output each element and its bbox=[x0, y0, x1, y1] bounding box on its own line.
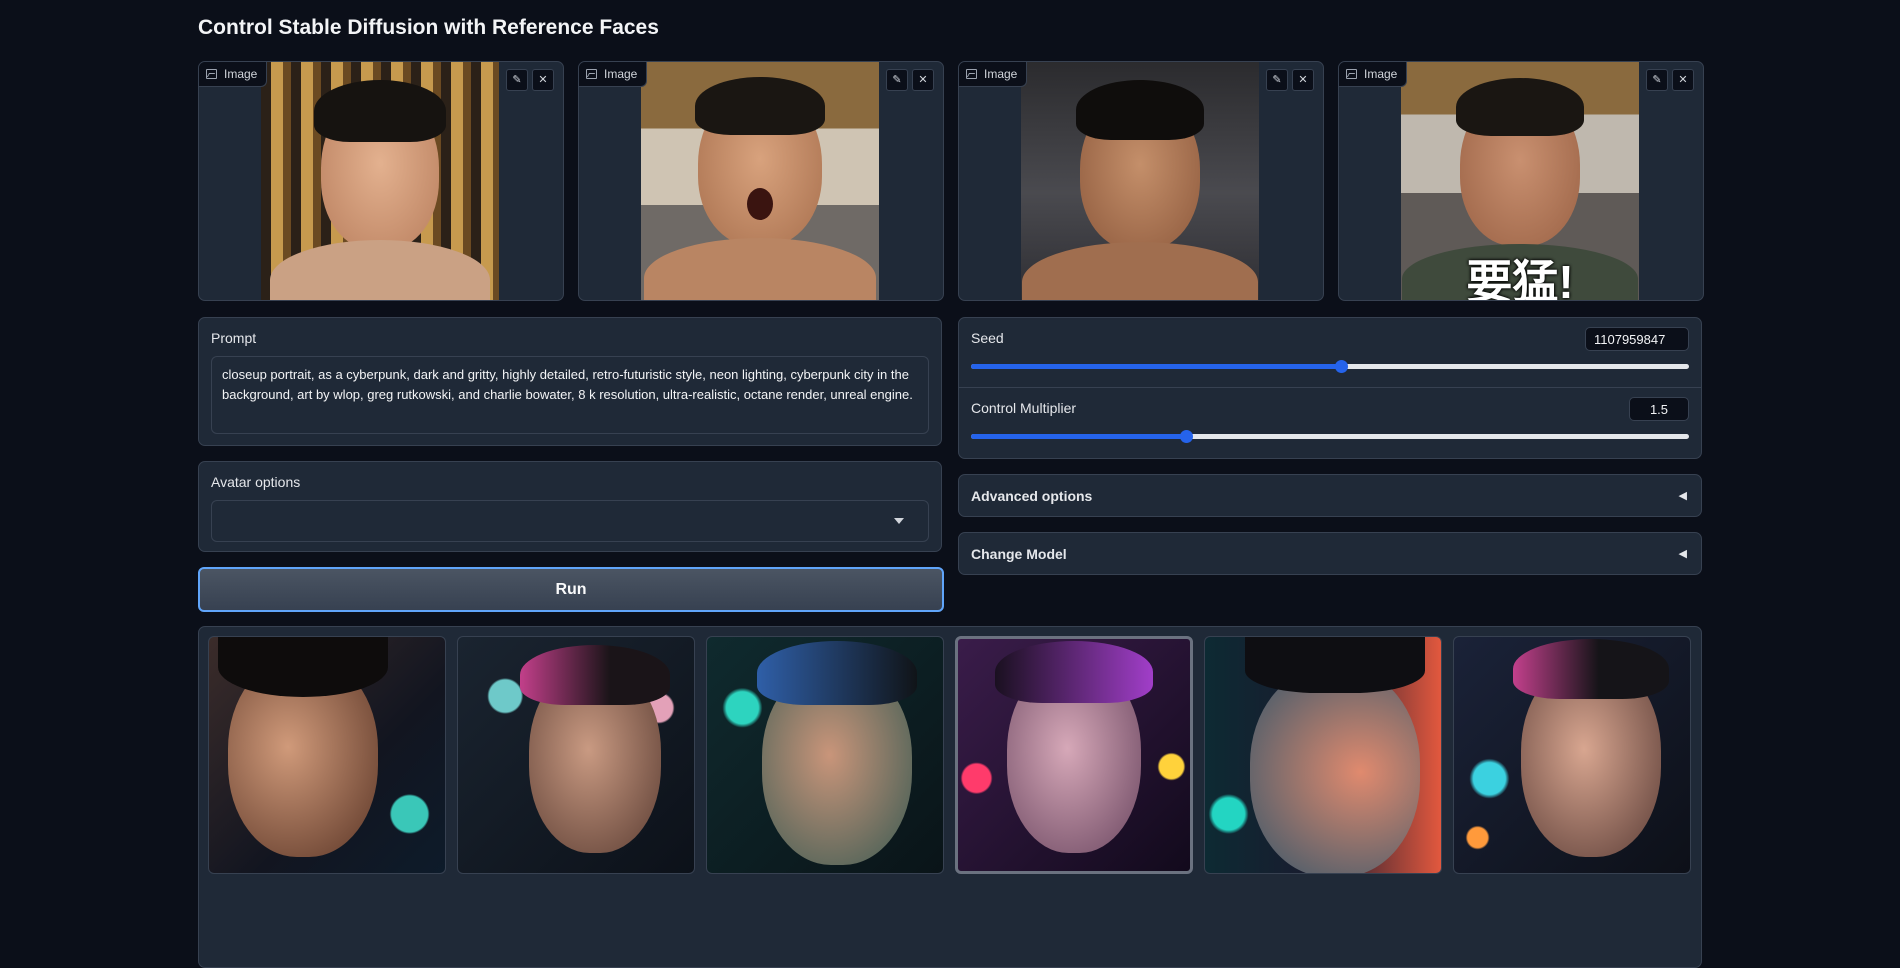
change-model-accordion[interactable]: Change Model ◀ bbox=[958, 532, 1702, 575]
gallery-image-selected[interactable] bbox=[955, 636, 1193, 874]
control-multiplier-slider-handle[interactable] bbox=[1180, 430, 1194, 443]
seed-number-input[interactable]: 1107959847 bbox=[1585, 327, 1689, 351]
control-multiplier-label: Control Multiplier bbox=[971, 400, 1077, 416]
avatar-options-label: Avatar options bbox=[211, 474, 301, 490]
advanced-options-accordion[interactable]: Advanced options ◀ bbox=[958, 474, 1702, 517]
edit-icon[interactable]: ✎ bbox=[1646, 69, 1668, 91]
reference-image-1[interactable]: Image ✎ ✕ bbox=[198, 61, 564, 301]
output-gallery bbox=[198, 626, 1702, 968]
prompt-label: Prompt bbox=[211, 330, 257, 346]
image-label-text: Image bbox=[224, 67, 258, 81]
reference-photo bbox=[641, 62, 879, 300]
image-label-text: Image bbox=[1364, 67, 1398, 81]
image-icon bbox=[206, 69, 217, 79]
control-multiplier-number-input[interactable]: 1.5 bbox=[1629, 397, 1689, 421]
prompt-panel: Prompt closeup portrait, as a cyberpunk,… bbox=[198, 317, 942, 446]
page-title: Control Stable Diffusion with Reference … bbox=[198, 16, 659, 39]
edit-icon[interactable]: ✎ bbox=[886, 69, 908, 91]
control-multiplier-slider-fill bbox=[971, 434, 1187, 439]
image-label-text: Image bbox=[604, 67, 638, 81]
close-icon[interactable]: ✕ bbox=[532, 69, 554, 91]
control-multiplier-slider[interactable] bbox=[971, 430, 1689, 443]
gallery-image[interactable] bbox=[1453, 636, 1691, 874]
seed-slider-fill bbox=[971, 364, 1342, 369]
image-icon bbox=[966, 69, 977, 79]
reference-photo bbox=[1021, 62, 1259, 300]
close-icon[interactable]: ✕ bbox=[1672, 69, 1694, 91]
gallery-image[interactable] bbox=[1204, 636, 1442, 874]
image-label: Image bbox=[199, 62, 268, 87]
seed-slider[interactable] bbox=[971, 360, 1689, 373]
reference-photo bbox=[261, 62, 499, 300]
avatar-options-panel: Avatar options bbox=[198, 461, 942, 552]
gallery-image[interactable] bbox=[706, 636, 944, 874]
avatar-options-dropdown[interactable] bbox=[211, 500, 929, 542]
advanced-options-label: Advanced options bbox=[971, 487, 1093, 504]
settings-panel: Seed 1107959847 Control Multiplier 1.5 bbox=[958, 317, 1702, 459]
reference-image-4[interactable]: Image 要猛! ✎ ✕ bbox=[1338, 61, 1704, 301]
seed-slider-group: Seed 1107959847 bbox=[971, 327, 1689, 382]
image-icon bbox=[586, 69, 597, 79]
seed-slider-handle[interactable] bbox=[1335, 360, 1349, 373]
image-icon bbox=[1346, 69, 1357, 79]
edit-icon[interactable]: ✎ bbox=[1266, 69, 1288, 91]
reference-image-3[interactable]: Image ✎ ✕ bbox=[958, 61, 1324, 301]
gallery-image[interactable] bbox=[457, 636, 695, 874]
chevron-down-icon bbox=[894, 518, 904, 524]
prompt-textarea[interactable]: closeup portrait, as a cyberpunk, dark a… bbox=[211, 356, 929, 434]
reference-image-2[interactable]: Image ✎ ✕ bbox=[578, 61, 944, 301]
image-label: Image bbox=[1339, 62, 1408, 87]
change-model-label: Change Model bbox=[971, 545, 1067, 562]
divider bbox=[959, 387, 1701, 388]
gallery-image[interactable] bbox=[208, 636, 446, 874]
image-label: Image bbox=[579, 62, 648, 87]
reference-photo: 要猛! bbox=[1401, 62, 1639, 300]
edit-icon[interactable]: ✎ bbox=[506, 69, 528, 91]
close-icon[interactable]: ✕ bbox=[912, 69, 934, 91]
triangle-left-icon: ◀ bbox=[1678, 490, 1687, 502]
seed-label: Seed bbox=[971, 330, 1004, 346]
image-label: Image bbox=[959, 62, 1028, 87]
triangle-left-icon: ◀ bbox=[1678, 548, 1687, 560]
run-button[interactable]: Run bbox=[198, 567, 944, 612]
image-caption: 要猛! bbox=[1466, 256, 1574, 300]
image-label-text: Image bbox=[984, 67, 1018, 81]
control-multiplier-slider-group: Control Multiplier 1.5 bbox=[971, 397, 1689, 452]
close-icon[interactable]: ✕ bbox=[1292, 69, 1314, 91]
